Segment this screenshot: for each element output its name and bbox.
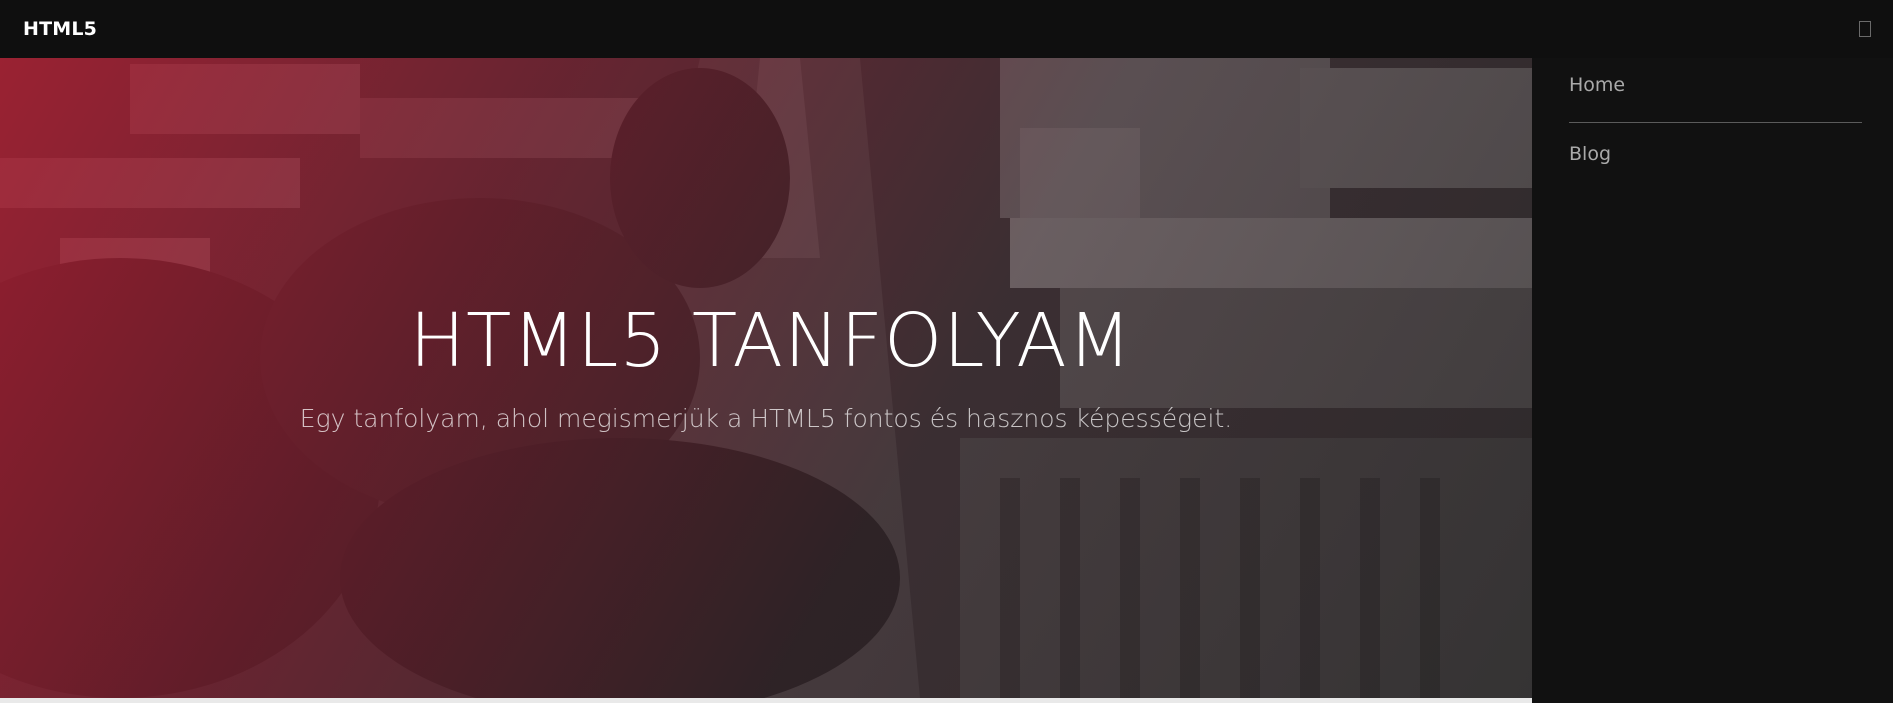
side-navigation: Home Blog [1532,58,1893,703]
brand-logo-text[interactable]: HTML5 [23,18,97,40]
nav-item-home[interactable]: Home [1569,58,1862,123]
hero-title: HTML5 TANFOLYAM [409,298,1133,384]
hero-content: HTML5 TANFOLYAM Egy tanfolyam, ahol megi… [0,304,1532,433]
hero-section: HTML5 TANFOLYAM Egy tanfolyam, ahol megi… [0,58,1532,698]
nav-item-blog[interactable]: Blog [1569,123,1862,188]
content-section-edge [0,698,1532,703]
menu-toggle-icon[interactable] [1859,21,1871,37]
top-navbar: HTML5 [0,0,1893,58]
hero-subtitle: Egy tanfolyam, ahol megismerjük a HTML5 … [299,404,1233,433]
